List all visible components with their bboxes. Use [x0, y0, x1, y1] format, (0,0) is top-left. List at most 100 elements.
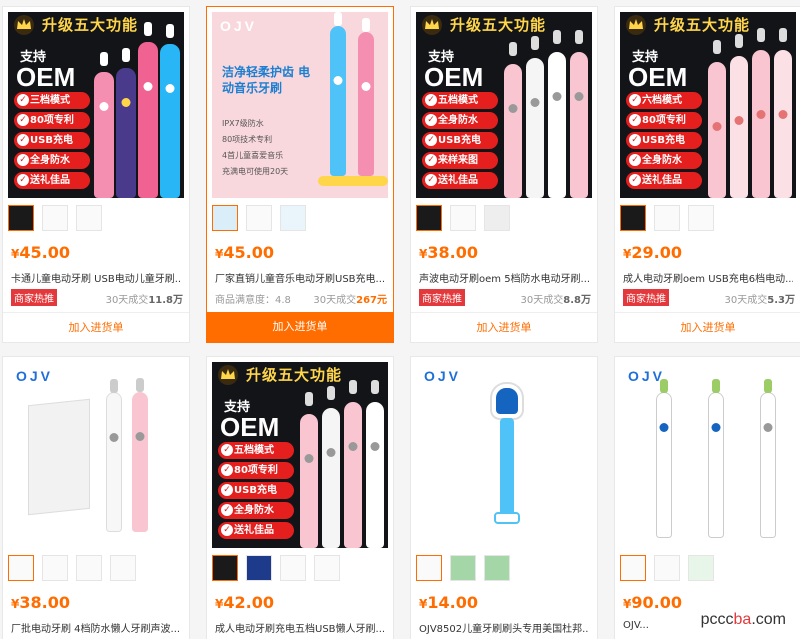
thumbnail[interactable]	[620, 555, 646, 581]
check-icon: ✓	[17, 114, 29, 126]
product-image[interactable]: 升级五大功能 支持 OEM ✓ 五档模式 ✓ 全身防水 ✓ USB充电 ✓ 来样来图 ✓…	[416, 12, 592, 198]
product-image[interactable]: 升级五大功能 支持 OEM ✓ 六档模式 ✓ 80项专利 ✓ USB充电 ✓ 全身防水 …	[620, 12, 796, 198]
product-title[interactable]: OJV8502儿童牙刷刷头专用美国杜邦...	[419, 620, 589, 635]
thumbnail[interactable]	[42, 205, 68, 231]
poster-bullet: 充满电可使用20天	[222, 167, 289, 176]
price: ¥29.00	[623, 243, 682, 262]
poster-oem: OEM	[628, 62, 688, 92]
thumbnail[interactable]	[314, 555, 340, 581]
product-image[interactable]: OJV	[8, 362, 184, 548]
toothbrush-image	[358, 18, 374, 176]
toothbrush-image	[160, 24, 180, 198]
toothbrush-image	[116, 48, 136, 198]
thumbnail[interactable]	[42, 555, 68, 581]
product-card[interactable]: OJV ¥38.00 厂批电动牙刷 4档防水懒人牙刷声波...	[2, 356, 190, 639]
product-image[interactable]: OJV	[620, 362, 796, 548]
thumbnail-strip	[416, 205, 592, 235]
product-title[interactable]: 卡通儿童电动牙刷 USB电动儿童牙刷...	[11, 270, 181, 285]
check-icon: ✓	[425, 154, 437, 166]
thumbnail[interactable]	[484, 205, 510, 231]
thumbnail[interactable]	[280, 205, 306, 231]
product-grid: 升级五大功能 支持 OEM ✓ 三档模式 ✓ 80项专利 ✓ USB充电 ✓ 全身防水 …	[0, 0, 800, 639]
check-icon: ✓	[17, 174, 29, 186]
thumbnail[interactable]	[8, 555, 34, 581]
brush-head-bristles	[492, 384, 522, 418]
thumbnail[interactable]	[688, 555, 714, 581]
product-image[interactable]: 升级五大功能 支持 OEM ✓ 三档模式 ✓ 80项专利 ✓ USB充电 ✓ 全身防水 …	[8, 12, 184, 198]
feature-badge: ✓ 送礼佳品	[14, 172, 90, 189]
feature-badge: ✓ 80项专利	[14, 112, 90, 129]
feature-badge: ✓ 80项专利	[218, 462, 294, 479]
toothbrush-image	[504, 42, 522, 198]
product-card[interactable]: OJV ¥90.00 OJV...	[614, 356, 800, 639]
product-title[interactable]: 厂家直销儿童音乐电动牙刷USB充电...	[215, 270, 385, 285]
brush-head-neck	[500, 418, 514, 518]
crown-icon	[422, 15, 442, 35]
poster-oem: OEM	[424, 62, 484, 92]
thumbnail-strip	[8, 205, 184, 235]
toothbrush-image	[760, 379, 776, 538]
poster-oem: OEM	[16, 62, 76, 92]
feature-badge: ✓ 全身防水	[422, 112, 498, 129]
thumbnail[interactable]	[76, 555, 102, 581]
sales-count: 30天成交5.3万	[724, 295, 795, 306]
thumbnail[interactable]	[484, 555, 510, 581]
sales-count: 30天成交11.8万	[105, 295, 183, 306]
toothbrush-image	[774, 28, 792, 198]
thumbnail[interactable]	[212, 555, 238, 581]
product-card[interactable]: 升级五大功能 支持 OEM ✓ 三档模式 ✓ 80项专利 ✓ USB充电 ✓ 全身防水 …	[2, 6, 190, 343]
price: ¥42.00	[215, 593, 274, 612]
product-image[interactable]: OJV 洁净轻柔护齿 电动音乐牙刷 IPX7级防水 80项技术专利 4首儿童喜爱…	[212, 12, 388, 198]
product-image[interactable]: 升级五大功能 支持 OEM ✓ 五档模式 ✓ 80项专利 ✓ USB充电 ✓ 全身防水 …	[212, 362, 388, 548]
thumbnail[interactable]	[620, 205, 646, 231]
crown-icon	[14, 15, 34, 35]
product-image[interactable]: OJV	[416, 362, 592, 548]
thumbnail[interactable]	[8, 205, 34, 231]
thumbnail[interactable]	[688, 205, 714, 231]
product-card[interactable]: 升级五大功能 支持 OEM ✓ 五档模式 ✓ 80项专利 ✓ USB充电 ✓ 全身防水 …	[206, 356, 394, 639]
thumbnail[interactable]	[76, 205, 102, 231]
thumbnail[interactable]	[416, 205, 442, 231]
check-icon: ✓	[629, 114, 641, 126]
toothbrush-image	[322, 386, 340, 548]
feature-badge: ✓ 来样来图	[422, 152, 498, 169]
product-card[interactable]: 升级五大功能 支持 OEM ✓ 六档模式 ✓ 80项专利 ✓ USB充电 ✓ 全身防水 …	[614, 6, 800, 343]
product-card[interactable]: 升级五大功能 支持 OEM ✓ 五档模式 ✓ 全身防水 ✓ USB充电 ✓ 来样来图 ✓…	[410, 6, 598, 343]
sales-count: 30天成交8.8万	[520, 295, 591, 306]
crown-icon	[218, 365, 238, 385]
thumbnail[interactable]	[246, 205, 272, 231]
sales-count: 30天成交267元	[313, 295, 387, 306]
product-meta: 商家热推 30天成交8.8万	[419, 289, 591, 306]
check-icon: ✓	[17, 154, 29, 166]
thumbnail[interactable]	[212, 205, 238, 231]
product-title[interactable]: 声波电动牙刷oem 5档防水电动牙刷...	[419, 270, 589, 285]
crown-icon	[626, 15, 646, 35]
thumbnail[interactable]	[246, 555, 272, 581]
thumbnail[interactable]	[654, 205, 680, 231]
toothbrush-image	[138, 22, 158, 198]
thumbnail[interactable]	[416, 555, 442, 581]
product-title[interactable]: 成人电动牙刷充电五档USB懒人牙刷...	[215, 620, 385, 635]
product-title[interactable]: 成人电动牙刷oem USB充电6档电动...	[623, 270, 793, 285]
thumbnail[interactable]	[654, 555, 680, 581]
add-to-cart-button[interactable]: 加入进货单	[207, 312, 393, 342]
thumbnail[interactable]	[450, 555, 476, 581]
feature-badge: ✓ USB充电	[14, 132, 90, 149]
brush-head-base	[494, 512, 520, 524]
poster-oem: OEM	[220, 412, 280, 442]
product-card[interactable]: OJV 洁净轻柔护齿 电动音乐牙刷 IPX7级防水 80项技术专利 4首儿童喜爱…	[206, 6, 394, 343]
thumbnail[interactable]	[450, 205, 476, 231]
thumbnail[interactable]	[110, 555, 136, 581]
product-card[interactable]: OJV ¥14.00 OJV8502儿童牙刷刷头专用美国杜邦...	[410, 356, 598, 639]
price: ¥14.00	[419, 593, 478, 612]
toothbrush-image	[330, 12, 346, 176]
check-icon: ✓	[221, 524, 233, 536]
add-to-cart-button[interactable]: 加入进货单	[615, 312, 800, 342]
check-icon: ✓	[629, 154, 641, 166]
add-to-cart-button[interactable]: 加入进货单	[411, 312, 597, 342]
check-icon: ✓	[425, 174, 437, 186]
product-title[interactable]: 厂批电动牙刷 4档防水懒人牙刷声波...	[11, 620, 181, 635]
thumbnail[interactable]	[280, 555, 306, 581]
add-to-cart-button[interactable]: 加入进货单	[3, 312, 189, 342]
brand-logo: OJV	[220, 18, 258, 34]
